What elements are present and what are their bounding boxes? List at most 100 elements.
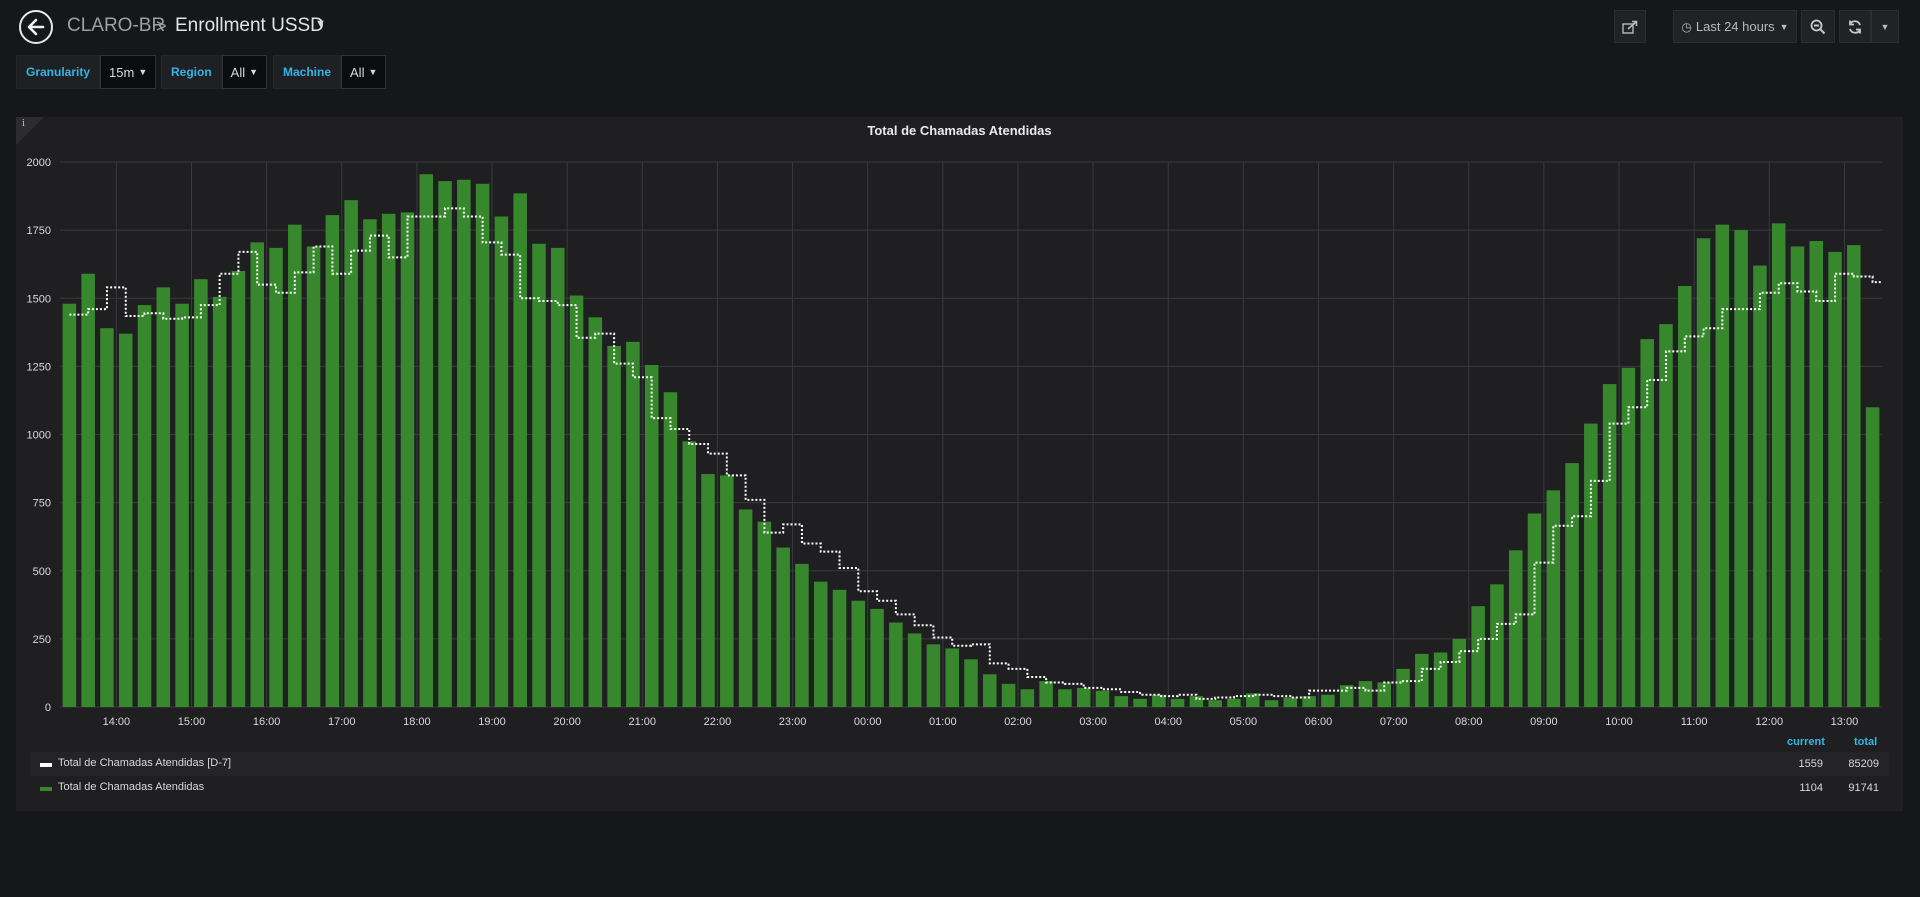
bar xyxy=(1865,407,1880,707)
bar xyxy=(1358,681,1373,707)
variable-granularity: Granularity 15m ▼ xyxy=(16,55,157,89)
variable-label: Granularity xyxy=(16,55,101,89)
graph-panel: i Total de Chamadas Atendidas 0 250 500 750… xyxy=(16,117,1903,811)
bar xyxy=(513,193,527,707)
x-tick-label: 19:00 xyxy=(478,716,506,727)
x-tick-label: 15:00 xyxy=(178,716,206,727)
bar xyxy=(1058,689,1072,707)
breadcrumb-folder[interactable]: CLARO-BR xyxy=(67,15,165,37)
legend-swatch xyxy=(40,787,52,791)
x-tick-label: 06:00 xyxy=(1305,716,1333,727)
machine-select[interactable]: All ▼ xyxy=(341,55,387,89)
x-tick-label: 18:00 xyxy=(403,716,431,727)
bar xyxy=(1264,700,1279,707)
legend-total-value: 85209 xyxy=(1848,758,1879,770)
bar xyxy=(1471,606,1485,707)
zoom-out-button[interactable] xyxy=(1801,10,1835,43)
bar xyxy=(945,648,959,707)
x-tick-label: 09:00 xyxy=(1530,716,1558,727)
bar xyxy=(381,213,396,707)
bar xyxy=(306,246,321,707)
share-button[interactable] xyxy=(1614,10,1646,43)
bar xyxy=(1001,683,1016,707)
legend-row[interactable]: Total de Chamadas Atendidas [D-7] 1559 8… xyxy=(30,752,1889,776)
bar xyxy=(1020,689,1035,707)
bar xyxy=(926,644,941,707)
chart-area[interactable]: 0 250 500 750 1000 1250 1500 1750 2000 14:00 15:00… xyxy=(16,117,1903,727)
bar xyxy=(118,333,133,707)
zoom-out-icon xyxy=(1810,19,1826,34)
bar xyxy=(1452,638,1467,707)
variable-value: 15m xyxy=(109,64,135,80)
bar xyxy=(363,219,377,707)
bar xyxy=(1771,223,1786,707)
x-tick-label: 14:00 xyxy=(103,716,131,727)
legend-series-name[interactable]: Total de Chamadas Atendidas [D-7] xyxy=(58,757,231,769)
bar xyxy=(288,224,302,708)
bar xyxy=(344,200,358,707)
x-tick-label: 01:00 xyxy=(929,716,957,727)
bar xyxy=(100,328,114,707)
variable-value: All xyxy=(350,64,365,80)
caret-down-icon: ▼ xyxy=(138,67,148,77)
share-icon xyxy=(1622,20,1638,34)
bar xyxy=(551,247,565,707)
x-tick-label: 02:00 xyxy=(1004,716,1032,727)
bar xyxy=(1208,700,1222,707)
bar xyxy=(757,521,772,707)
y-tick-label: 1750 xyxy=(27,225,51,237)
bar xyxy=(851,600,866,707)
refresh-interval-dropdown[interactable]: ▼ xyxy=(1871,10,1899,43)
legend-total-value: 91741 xyxy=(1848,782,1879,794)
bar xyxy=(907,633,922,707)
arrow-left-icon xyxy=(27,18,45,36)
legend-current-value: 1559 xyxy=(1798,758,1823,770)
x-tick-label: 00:00 xyxy=(854,716,882,727)
x-tick-label: 05:00 xyxy=(1230,716,1258,727)
bar xyxy=(1283,697,1298,707)
x-tick-label: 16:00 xyxy=(253,716,281,727)
legend-header-current[interactable]: current xyxy=(1787,736,1825,748)
variable-region: Region All ▼ xyxy=(161,55,268,89)
x-tick-label: 04:00 xyxy=(1154,716,1182,727)
bar xyxy=(212,296,227,707)
legend-row[interactable]: Total de Chamadas Atendidas 1104 91741 xyxy=(30,776,1889,800)
bar xyxy=(1227,698,1241,707)
y-tick-label: 1000 xyxy=(27,430,51,442)
bar xyxy=(607,345,621,707)
caret-down-icon: ▼ xyxy=(1880,21,1890,32)
bar xyxy=(62,303,77,707)
bar xyxy=(81,273,95,707)
legend-swatch xyxy=(40,763,52,767)
bar xyxy=(682,441,697,707)
bar xyxy=(776,547,790,707)
y-tick-label: 1250 xyxy=(27,361,51,373)
bar xyxy=(457,179,471,707)
bar xyxy=(419,174,434,707)
region-select[interactable]: All ▼ xyxy=(221,55,268,89)
back-button[interactable] xyxy=(19,10,53,44)
clock-icon: ◷ xyxy=(1681,19,1692,34)
legend-header-total[interactable]: total xyxy=(1854,736,1877,748)
bar xyxy=(1076,687,1091,707)
bar xyxy=(1584,423,1598,707)
x-tick-label: 23:00 xyxy=(779,716,807,727)
bar xyxy=(1659,324,1673,707)
bar xyxy=(832,589,847,707)
bar xyxy=(494,216,509,707)
legend-series-name[interactable]: Total de Chamadas Atendidas xyxy=(58,781,204,793)
bar xyxy=(156,287,171,707)
granularity-select[interactable]: 15m ▼ xyxy=(100,55,157,89)
y-tick-label: 500 xyxy=(33,566,51,578)
breadcrumb-separator-icon: > xyxy=(156,16,167,36)
bar xyxy=(475,183,490,708)
caret-down-icon[interactable]: ▼ xyxy=(315,18,326,30)
refresh-button[interactable] xyxy=(1839,10,1871,43)
x-tick-label: 03:00 xyxy=(1079,716,1107,727)
time-range-picker[interactable]: ◷ Last 24 hours ▼ xyxy=(1673,10,1797,43)
dashboard-title[interactable]: Enrollment USSD xyxy=(175,15,324,37)
refresh-icon xyxy=(1849,19,1861,34)
y-tick-label: 0 xyxy=(45,702,51,714)
caret-down-icon: ▼ xyxy=(368,67,378,77)
bar xyxy=(663,392,678,707)
